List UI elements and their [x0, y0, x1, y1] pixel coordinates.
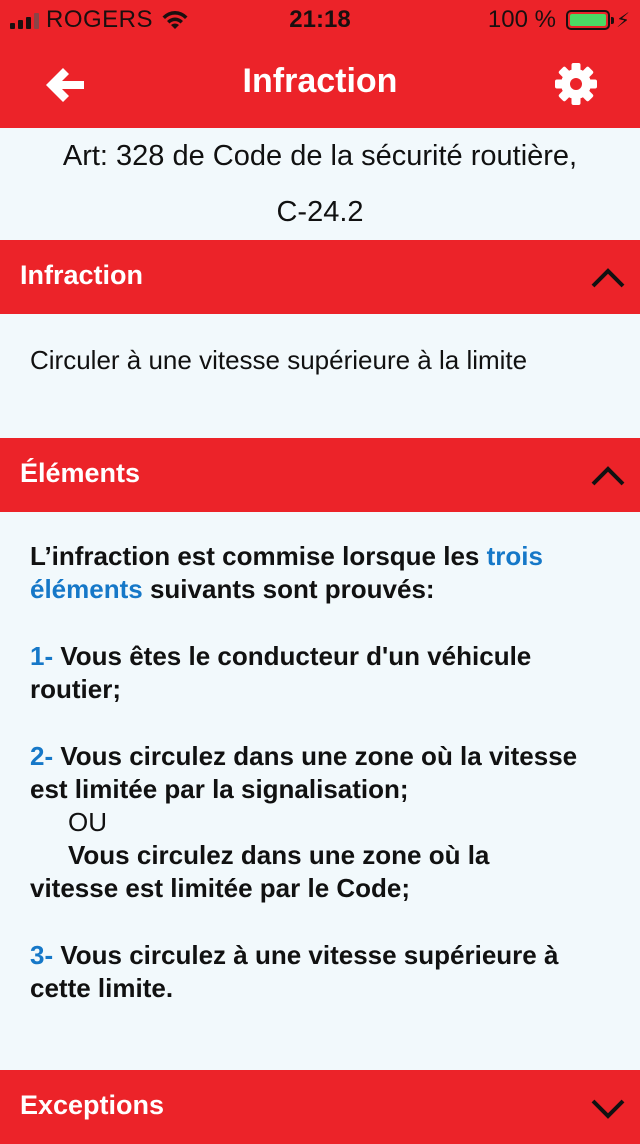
element-number: 1- [30, 641, 54, 671]
element-number: 3- [30, 940, 54, 970]
infraction-description: Circuler à une vitesse supérieure à la l… [30, 345, 528, 375]
element-item-2: 2- Vous circulez dans une zone où la vit… [30, 740, 610, 806]
element-number: 2- [30, 741, 54, 771]
battery-percent: 100 % [487, 6, 556, 33]
intro-text-end: suivants sont prouvés: [142, 574, 435, 604]
article-line-1: Art: 328 de Code de la sécurité routière… [62, 140, 578, 172]
intro-text: L’infraction est commise lorsque les [30, 541, 487, 571]
gear-icon[interactable] [554, 62, 598, 106]
element-text: Vous êtes le conducteur d'un véhicule ro… [30, 641, 532, 704]
nav-bar: Infraction [0, 40, 640, 128]
page-title: Infraction [242, 62, 398, 100]
element-alt-line-2: vitesse est limitée par le Code; [30, 873, 411, 903]
chevron-up-icon [591, 466, 625, 486]
elements-content: L’infraction est commise lorsque les tro… [30, 540, 610, 1005]
status-right: 100 % ⚡ [488, 6, 630, 34]
status-bar: ROGERS 21:18 100 % ⚡ [0, 0, 640, 40]
element-item-1: 1- Vous êtes le conducteur d'un véhicule… [30, 640, 610, 706]
article-line-2: C-24.2 [276, 196, 364, 228]
section-header-elements[interactable]: Éléments [0, 438, 640, 512]
element-text: Vous circulez à une vitesse supérieure à… [30, 940, 559, 1003]
element-alt-line-1: Vous circulez dans une zone où la [68, 840, 490, 870]
or-separator: OU [68, 807, 107, 837]
battery-icon [565, 10, 614, 30]
section-label-infraction: Infraction [20, 260, 144, 290]
charging-bolt-icon: ⚡ [615, 9, 630, 32]
section-header-infraction[interactable]: Infraction [0, 240, 640, 314]
elements-intro: L’infraction est commise lorsque les tro… [30, 540, 610, 606]
section-label-elements: Éléments [20, 458, 141, 488]
element-text: Vous circulez dans une zone où la vitess… [30, 741, 578, 804]
article-reference: Art: 328 de Code de la sécurité routière… [0, 128, 640, 240]
element-item-3: 3- Vous circulez à une vitesse supérieur… [30, 939, 610, 1005]
chevron-down-icon [591, 1099, 625, 1119]
section-label-exceptions: Exceptions [20, 1090, 165, 1120]
section-header-exceptions[interactable]: Exceptions [0, 1070, 640, 1144]
chevron-up-icon [591, 268, 625, 288]
